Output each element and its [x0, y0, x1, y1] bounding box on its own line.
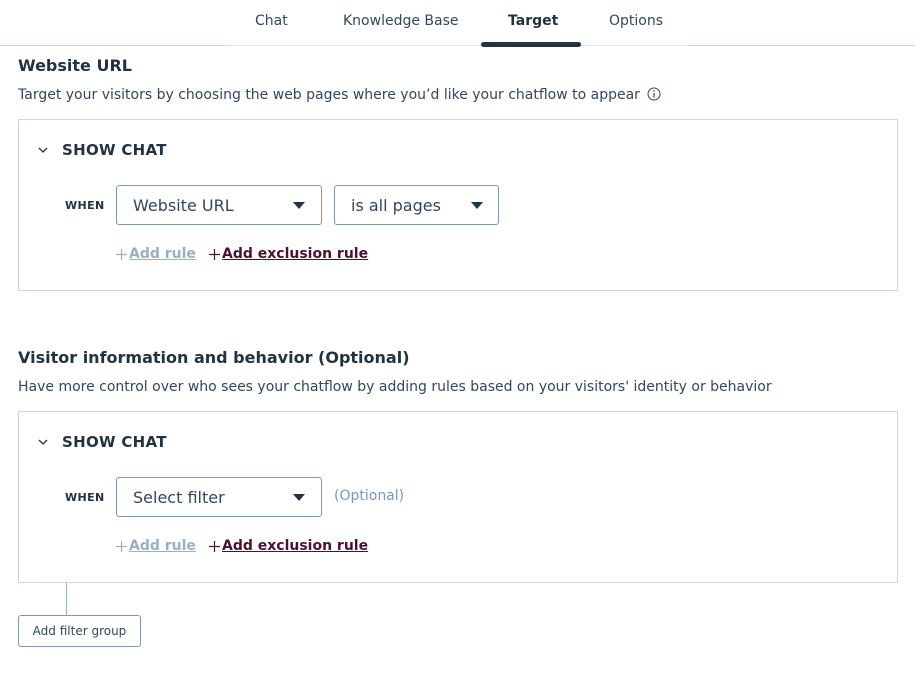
- visitor-info-description: Have more control over who sees your cha…: [18, 379, 772, 395]
- tab-chat[interactable]: Chat: [255, 13, 288, 29]
- optional-hint: (Optional): [334, 488, 405, 504]
- website-url-description: Target your visitors by choosing the web…: [18, 87, 661, 103]
- caret-down-icon: [293, 202, 305, 209]
- website-url-description-text: Target your visitors by choosing the web…: [18, 87, 640, 103]
- caret-down-icon: [471, 202, 483, 209]
- plus-icon: [116, 540, 127, 552]
- caret-down-icon: [293, 494, 305, 501]
- add-rule-link[interactable]: Add rule: [115, 538, 196, 554]
- visitor-info-rule-box: SHOW CHAT WHEN Select filter (Optional) …: [18, 411, 898, 583]
- show-chat-label: SHOW CHAT: [62, 433, 167, 451]
- chevron-down-icon: [38, 147, 48, 153]
- add-exclusion-rule-link[interactable]: Add exclusion rule: [208, 246, 368, 262]
- select-filter-dropdown[interactable]: Select filter: [116, 477, 322, 517]
- plus-icon: [209, 248, 220, 260]
- add-filter-group-button[interactable]: Add filter group: [18, 615, 141, 647]
- condition-value: is all pages: [351, 196, 441, 215]
- show-chat-toggle[interactable]: SHOW CHAT: [37, 432, 167, 452]
- add-rule-label: Add rule: [129, 246, 196, 262]
- select-filter-value: Select filter: [133, 488, 225, 507]
- plus-icon: [116, 248, 127, 260]
- when-label: WHEN: [65, 199, 105, 212]
- filter-group-connector: [66, 583, 67, 616]
- tab-bar: Chat Knowledge Base Target Options: [0, 0, 915, 47]
- add-exclusion-rule-link[interactable]: Add exclusion rule: [208, 538, 368, 554]
- website-url-rule-box: SHOW CHAT WHEN Website URL is all pages …: [18, 119, 898, 291]
- condition-select[interactable]: is all pages: [334, 185, 499, 225]
- visitor-info-heading: Visitor information and behavior (Option…: [18, 348, 410, 367]
- when-label: WHEN: [65, 491, 105, 504]
- show-chat-toggle[interactable]: SHOW CHAT: [37, 140, 167, 160]
- tab-knowledge-base[interactable]: Knowledge Base: [343, 13, 459, 29]
- filter-type-value: Website URL: [133, 196, 234, 215]
- active-tab-indicator: [481, 42, 581, 47]
- chevron-down-icon: [38, 439, 48, 445]
- tab-options[interactable]: Options: [609, 13, 663, 29]
- website-url-heading: Website URL: [18, 56, 132, 75]
- show-chat-label: SHOW CHAT: [62, 141, 167, 159]
- add-rule-link[interactable]: Add rule: [115, 246, 196, 262]
- info-icon[interactable]: [647, 87, 661, 101]
- add-exclusion-rule-label: Add exclusion rule: [222, 538, 369, 554]
- filter-type-select[interactable]: Website URL: [116, 185, 322, 225]
- add-rule-label: Add rule: [129, 538, 196, 554]
- add-exclusion-rule-label: Add exclusion rule: [222, 246, 369, 262]
- tab-target[interactable]: Target: [508, 13, 558, 29]
- plus-icon: [209, 540, 220, 552]
